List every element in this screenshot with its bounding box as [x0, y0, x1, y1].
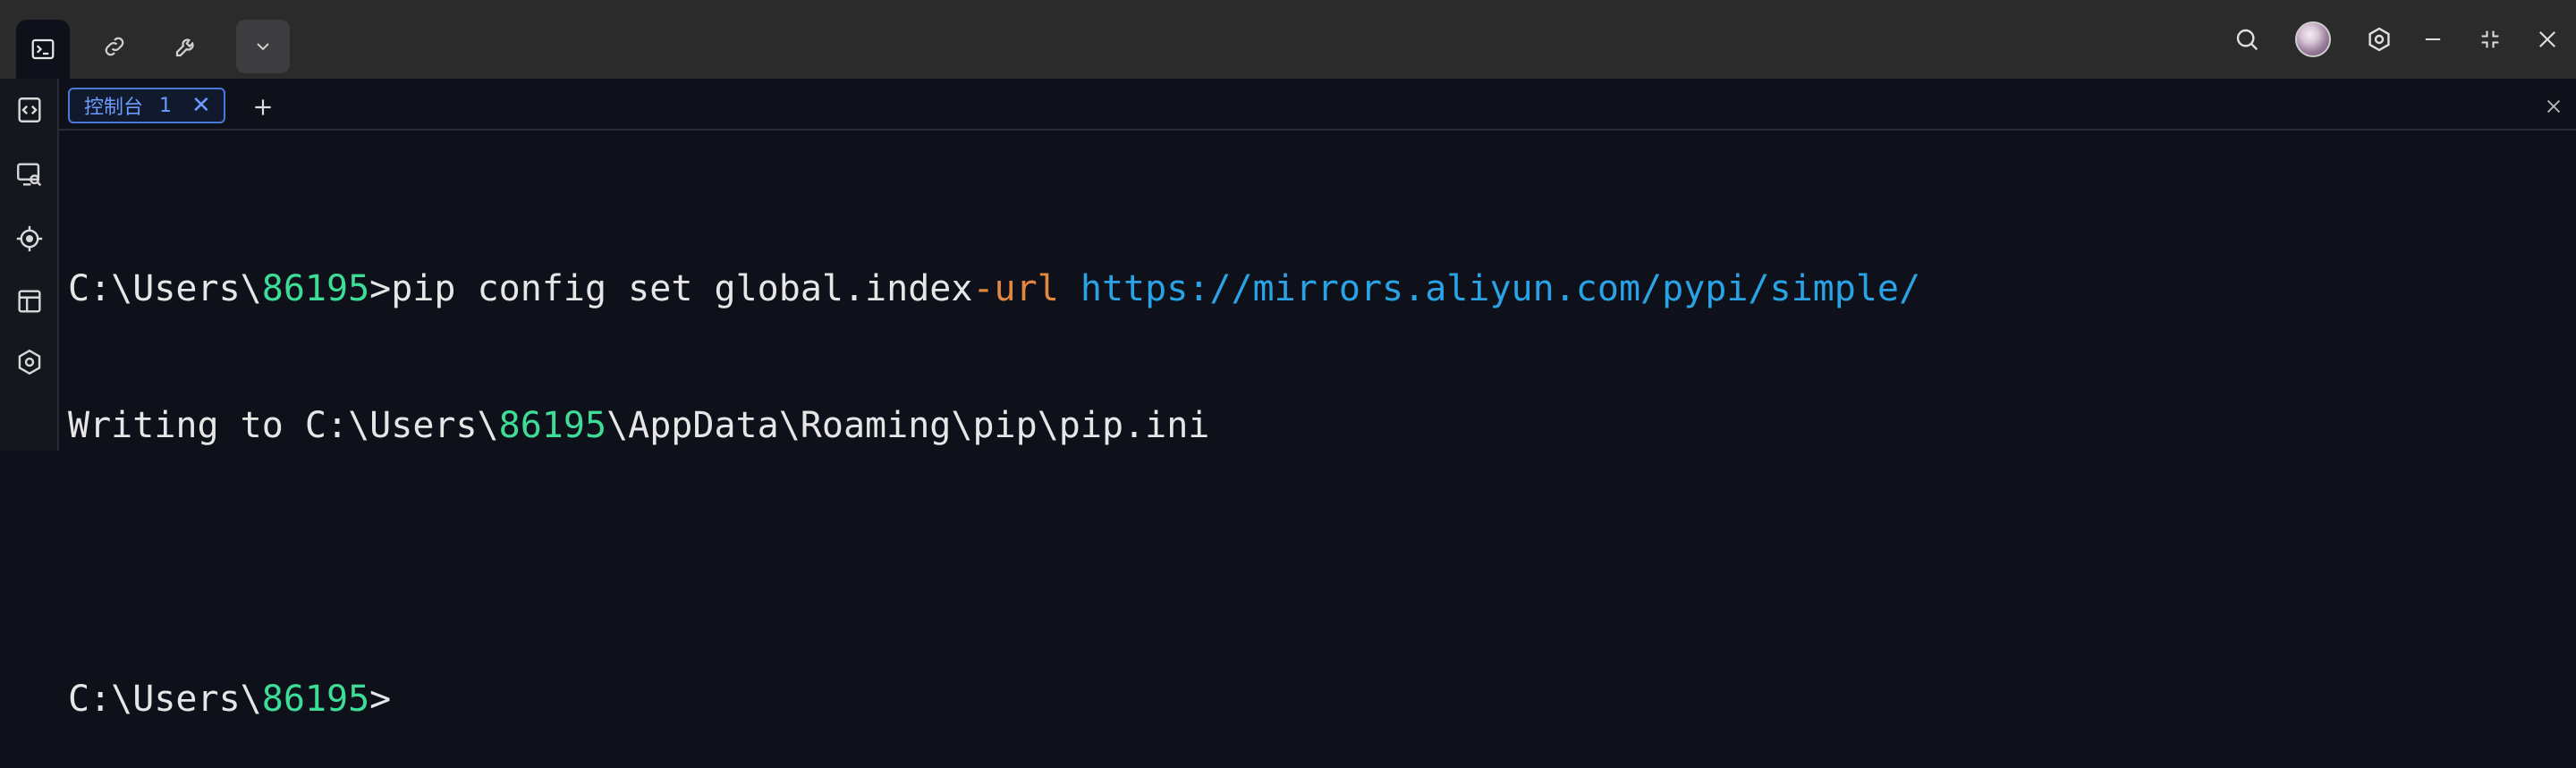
hexagon-icon	[18, 349, 41, 376]
target-icon	[16, 225, 43, 252]
wrench-icon	[175, 38, 194, 57]
layout-icon	[18, 290, 41, 313]
settings-icon	[2368, 27, 2390, 52]
console-tab-label: 控制台	[84, 97, 144, 119]
console-tab-number: 1	[159, 94, 173, 117]
screen-search-icon	[17, 163, 42, 187]
close-window-button[interactable]	[2521, 13, 2574, 66]
sidebar-item-screen-search[interactable]	[7, 152, 52, 197]
terminal-prompt-line: C:\Users\86195>	[68, 677, 2563, 722]
tab-tools[interactable]	[159, 20, 213, 73]
sidebar-item-code[interactable]	[7, 88, 52, 132]
search-icon	[2236, 29, 2258, 51]
user-name: 86195	[498, 405, 607, 446]
restore-button[interactable]	[2463, 13, 2517, 66]
add-tab-button[interactable]	[245, 89, 281, 125]
link-icon	[105, 37, 124, 56]
console-tab-close-icon[interactable]: ✕	[191, 94, 211, 117]
terminal-output[interactable]: C:\Users\86195>pip config set global.ind…	[68, 175, 2563, 768]
sidebar-item-target[interactable]	[7, 216, 52, 261]
avatar-button[interactable]	[2286, 13, 2340, 66]
chevron-down-icon	[257, 43, 269, 51]
code-icon	[18, 97, 41, 122]
tab-link[interactable]	[88, 20, 141, 73]
command-text: >pip config set global.index	[369, 268, 973, 309]
output-path: \AppData\Roaming\pip\pip.ini	[606, 405, 1210, 446]
restore-icon	[2481, 30, 2499, 48]
close-panel-icon	[2546, 99, 2561, 114]
title-bar	[0, 0, 2576, 79]
sidebar-item-hexagon[interactable]	[7, 340, 52, 384]
plus-icon	[255, 99, 271, 115]
url-text[interactable]: https://mirrors.aliyun.com/pypi/simple/	[1080, 268, 1920, 309]
terminal-icon	[31, 38, 55, 60]
prompt-symbol: >	[369, 679, 392, 720]
sidebar-item-layout[interactable]	[7, 279, 52, 324]
avatar	[2295, 21, 2331, 57]
search-button[interactable]	[2220, 13, 2274, 66]
console-tab-strip: 控制台 1 ✕	[59, 79, 2576, 131]
minimize-button[interactable]	[2406, 13, 2460, 66]
terminal-line: C:\Users\86195>pip config set global.ind…	[68, 266, 2563, 312]
path-prefix: C:\Users\	[68, 679, 262, 720]
minimize-icon	[2425, 38, 2441, 41]
terminal-line-empty	[68, 540, 2563, 586]
user-name: 86195	[261, 679, 370, 720]
user-name: 86195	[261, 268, 370, 309]
tab-dropdown-button[interactable]	[236, 20, 290, 73]
close-icon	[2539, 31, 2555, 47]
path-prefix: C:\Users\	[68, 268, 262, 309]
terminal-line: Writing to C:\Users\86195\AppData\Roamin…	[68, 403, 2563, 449]
close-panel-button[interactable]	[2538, 91, 2569, 122]
settings-button[interactable]	[2352, 13, 2406, 66]
output-prefix: Writing to C:\Users\	[68, 405, 499, 446]
console-tab[interactable]: 控制台 1 ✕	[68, 88, 225, 123]
command-option: -url	[972, 268, 1059, 309]
sidebar	[0, 79, 59, 451]
tab-terminal[interactable]	[16, 20, 70, 79]
